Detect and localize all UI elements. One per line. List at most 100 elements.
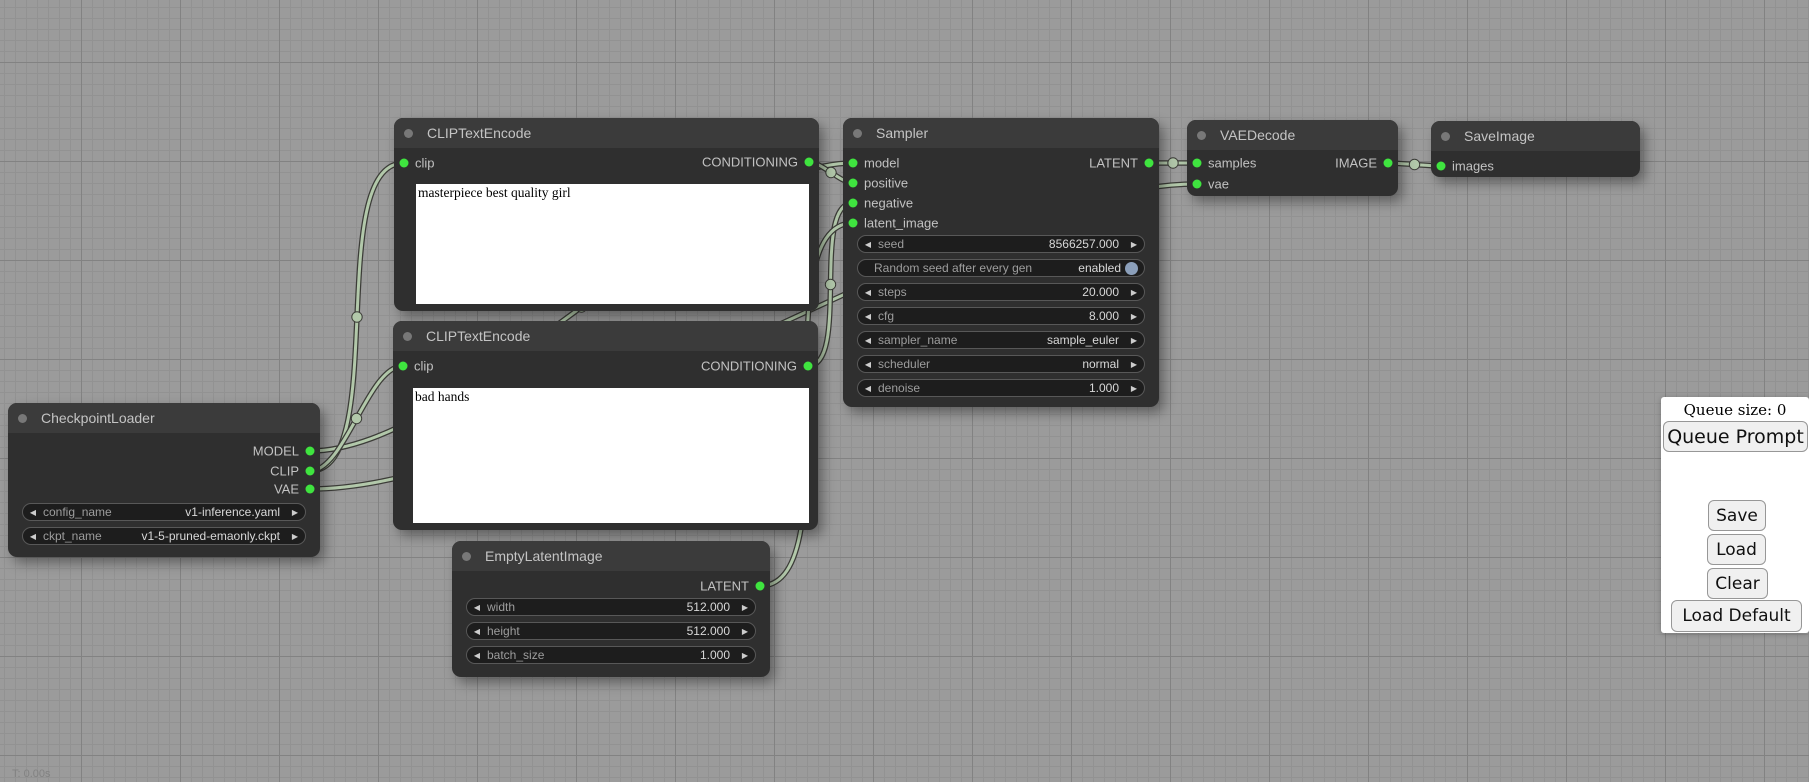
output-slot-LATENT[interactable] (756, 582, 765, 591)
input-slot-positive[interactable] (849, 179, 858, 188)
node-collapse-dot[interactable] (403, 332, 412, 341)
output-slot-LATENT[interactable] (1145, 159, 1154, 168)
decrement-arrow-icon[interactable]: ◀ (858, 360, 878, 369)
widget-label: sampler_name (878, 333, 957, 347)
increment-arrow-icon[interactable]: ▶ (735, 627, 755, 636)
node-checkpoint-loader[interactable]: CheckpointLoaderMODELCLIPVAE◀config_name… (8, 403, 320, 557)
clear-button[interactable]: Clear (1707, 568, 1768, 599)
widget-value: v1-5-pruned-emaonly.ckpt (141, 529, 285, 543)
save-button[interactable]: Save (1708, 500, 1766, 531)
node-save-image[interactable]: SaveImageimages (1431, 121, 1640, 177)
output-slot-CLIP[interactable] (306, 467, 315, 476)
node-clip-text-encode-positive[interactable]: CLIPTextEncodeclipCONDITIONINGmasterpiec… (394, 118, 819, 311)
node-collapse-dot[interactable] (462, 552, 471, 561)
output-slot-CONDITIONING[interactable] (804, 362, 813, 371)
widget-height[interactable]: ◀height512.000▶ (466, 622, 756, 640)
output-slot-VAE[interactable] (306, 485, 315, 494)
node-title-bar[interactable]: CLIPTextEncode (394, 118, 819, 148)
decrement-arrow-icon[interactable]: ◀ (858, 288, 878, 297)
input-slot-clip[interactable] (399, 362, 408, 371)
decrement-arrow-icon[interactable]: ◀ (467, 603, 487, 612)
increment-arrow-icon[interactable]: ▶ (735, 603, 755, 612)
link-midpoint-dot (825, 279, 835, 289)
node-title-bar[interactable]: CLIPTextEncode (393, 321, 818, 351)
node-title-label: SaveImage (1464, 121, 1535, 151)
increment-arrow-icon[interactable]: ▶ (1124, 240, 1144, 249)
node-title-bar[interactable]: EmptyLatentImage (452, 541, 770, 571)
prompt-textarea[interactable]: masterpiece best quality girl (416, 184, 809, 304)
increment-arrow-icon[interactable]: ▶ (1124, 312, 1144, 321)
node-collapse-dot[interactable] (404, 129, 413, 138)
decrement-arrow-icon[interactable]: ◀ (858, 312, 878, 321)
widget-cfg[interactable]: ◀cfg8.000▶ (857, 307, 1145, 325)
widget-value: 8566257.000 (1049, 237, 1124, 251)
node-sampler[interactable]: Samplermodelpositivenegativelatent_image… (843, 118, 1159, 407)
increment-arrow-icon[interactable]: ▶ (1124, 336, 1144, 345)
input-slot-samples[interactable] (1193, 159, 1202, 168)
widget-value: sample_euler (1047, 333, 1124, 347)
node-vae-decode[interactable]: VAEDecodesamplesvaeIMAGE (1187, 120, 1398, 196)
decrement-arrow-icon[interactable]: ◀ (858, 384, 878, 393)
widget-value: 1.000 (1089, 381, 1124, 395)
widget-label: cfg (878, 309, 894, 323)
prompt-textarea[interactable]: bad hands (413, 388, 809, 523)
output-slot-IMAGE[interactable] (1384, 159, 1393, 168)
input-slot-images[interactable] (1437, 162, 1446, 171)
node-title-label: VAEDecode (1220, 120, 1295, 150)
widget-sampler-name[interactable]: ◀sampler_name sample_euler▶ (857, 331, 1145, 349)
decrement-arrow-icon[interactable]: ◀ (858, 336, 878, 345)
decrement-arrow-icon[interactable]: ◀ (467, 627, 487, 636)
node-collapse-dot[interactable] (853, 129, 862, 138)
output-slot-CONDITIONING[interactable] (805, 158, 814, 167)
node-collapse-dot[interactable] (1197, 131, 1206, 140)
toggle-knob[interactable] (1125, 262, 1138, 275)
widget-denoise[interactable]: ◀denoise1.000▶ (857, 379, 1145, 397)
output-slot-MODEL[interactable] (306, 447, 315, 456)
node-title-bar[interactable]: CheckpointLoader (8, 403, 320, 433)
widget-seed[interactable]: ◀seed8566257.000▶ (857, 235, 1145, 253)
widget-config-name[interactable]: ◀config_name v1-inference.yaml▶ (22, 503, 306, 521)
node-empty-latent-image[interactable]: EmptyLatentImageLATENT◀width512.000▶◀hei… (452, 541, 770, 677)
decrement-arrow-icon[interactable]: ◀ (467, 651, 487, 660)
widget-steps[interactable]: ◀steps20.000▶ (857, 283, 1145, 301)
widget-scheduler[interactable]: ◀schedulernormal▶ (857, 355, 1145, 373)
input-label-vae: vae (1208, 177, 1229, 192)
increment-arrow-icon[interactable]: ▶ (285, 508, 305, 517)
output-label-CONDITIONING: CONDITIONING (701, 359, 797, 374)
node-title-label: CLIPTextEncode (427, 118, 531, 148)
render-time-label: T: 0.00s (12, 768, 51, 780)
increment-arrow-icon[interactable]: ▶ (1124, 384, 1144, 393)
input-slot-vae[interactable] (1193, 180, 1202, 189)
input-slot-clip[interactable] (400, 159, 409, 168)
load-button[interactable]: Load (1707, 534, 1766, 565)
decrement-arrow-icon[interactable]: ◀ (858, 240, 878, 249)
widget-label: height (487, 624, 520, 638)
increment-arrow-icon[interactable]: ▶ (1124, 360, 1144, 369)
widget-label: ckpt_name (43, 529, 102, 543)
node-title-bar[interactable]: Sampler (843, 118, 1159, 148)
widget-ckpt-name[interactable]: ◀ckpt_name v1-5-pruned-emaonly.ckpt▶ (22, 527, 306, 545)
widget-batch-size[interactable]: ◀batch_size1.000▶ (466, 646, 756, 664)
node-collapse-dot[interactable] (1441, 132, 1450, 141)
increment-arrow-icon[interactable]: ▶ (285, 532, 305, 541)
output-label-MODEL: MODEL (253, 444, 299, 459)
decrement-arrow-icon[interactable]: ◀ (23, 532, 43, 541)
increment-arrow-icon[interactable]: ▶ (1124, 288, 1144, 297)
load-default-button[interactable]: Load Default (1671, 600, 1802, 632)
node-title-bar[interactable]: SaveImage (1431, 121, 1640, 151)
input-slot-negative[interactable] (849, 199, 858, 208)
node-clip-text-encode-negative[interactable]: CLIPTextEncodeclipCONDITIONINGbad hands (393, 321, 818, 530)
widget-width[interactable]: ◀width512.000▶ (466, 598, 756, 616)
queue-prompt-button[interactable]: Queue Prompt (1663, 421, 1808, 452)
node-title-bar[interactable]: VAEDecode (1187, 120, 1398, 150)
decrement-arrow-icon[interactable]: ◀ (23, 508, 43, 517)
node-collapse-dot[interactable] (18, 414, 27, 423)
widget-random-seed-after-every-gen[interactable]: Random seed after every genenabled (857, 259, 1145, 277)
toggle-value: enabled (1078, 261, 1121, 275)
increment-arrow-icon[interactable]: ▶ (735, 651, 755, 660)
input-slot-latent_image[interactable] (849, 219, 858, 228)
input-slot-model[interactable] (849, 159, 858, 168)
widget-label: config_name (43, 505, 112, 519)
widget-label: steps (878, 285, 907, 299)
widget-value: v1-inference.yaml (185, 505, 285, 519)
